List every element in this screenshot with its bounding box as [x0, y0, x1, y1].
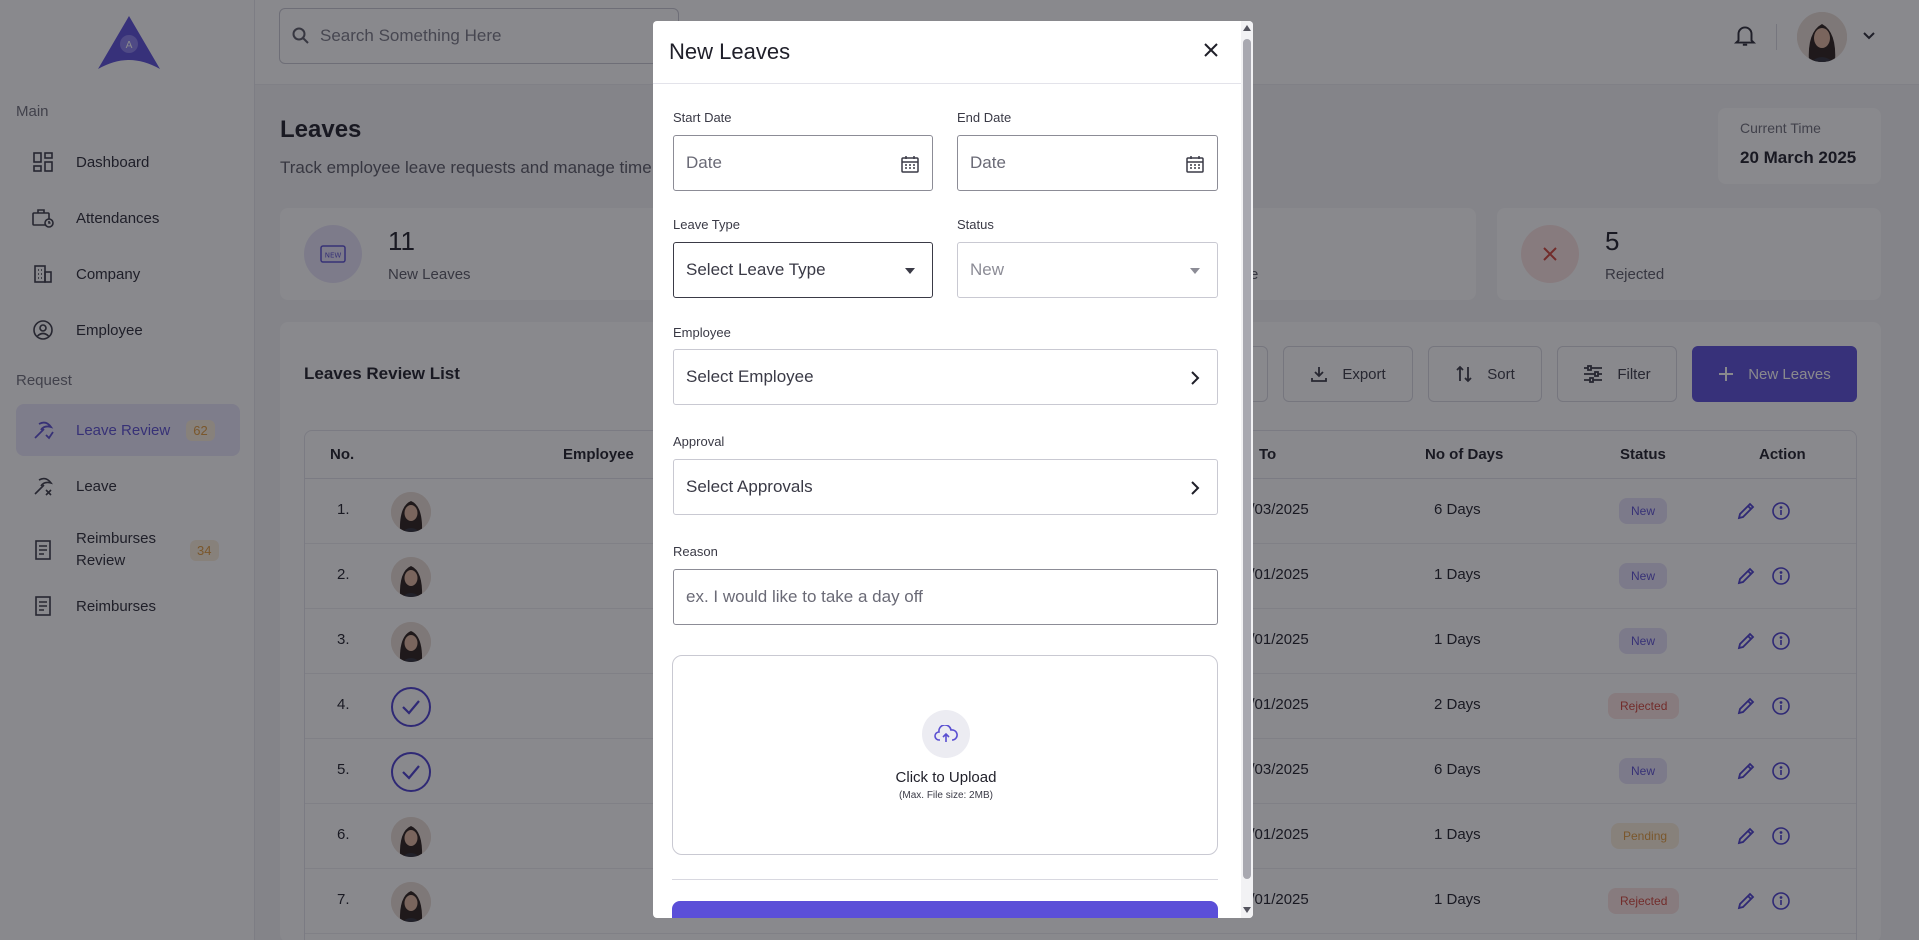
- employee-label: Employee: [673, 325, 731, 340]
- approval-label: Approval: [673, 434, 725, 449]
- close-button[interactable]: [1198, 37, 1224, 63]
- reason-placeholder: ex. I would like to take a day off: [686, 587, 923, 606]
- leave-type-label: Leave Type: [673, 217, 740, 232]
- calendar-icon[interactable]: [1185, 154, 1205, 174]
- modal-scrollbar[interactable]: [1241, 21, 1253, 918]
- chevron-right-icon: [1185, 368, 1205, 388]
- chevron-right-icon: [1185, 478, 1205, 498]
- caret-down-icon: [900, 261, 920, 281]
- reason-label: Reason: [673, 544, 718, 559]
- upload-hint: (Max. File size: 2MB): [899, 790, 993, 801]
- caret-down-icon: [1185, 261, 1205, 281]
- new-leaves-modal: New Leaves Start Date Date End Date Date…: [653, 21, 1253, 918]
- start-date-label: Start Date: [673, 110, 732, 125]
- upload-text: Click to Upload: [895, 769, 997, 786]
- modal-header: New Leaves: [653, 21, 1241, 84]
- end-date-placeholder: Date: [970, 153, 1006, 172]
- leave-type-select[interactable]: Select Leave Type: [673, 242, 933, 298]
- reason-input[interactable]: ex. I would like to take a day off: [673, 569, 1218, 625]
- close-icon: [1204, 43, 1218, 57]
- cloud-upload-icon: [922, 710, 970, 758]
- scroll-down-arrow-icon[interactable]: [1242, 905, 1252, 915]
- submit-button[interactable]: [672, 901, 1218, 918]
- start-date-placeholder: Date: [686, 153, 722, 172]
- start-date-field[interactable]: Date: [673, 135, 933, 191]
- status-label: Status: [957, 217, 994, 232]
- status-select: New: [957, 242, 1218, 298]
- approval-picker[interactable]: Select Approvals: [673, 459, 1218, 515]
- end-date-field[interactable]: Date: [957, 135, 1218, 191]
- calendar-icon[interactable]: [900, 154, 920, 174]
- leave-type-value: Select Leave Type: [686, 260, 826, 279]
- status-value: New: [970, 260, 1005, 279]
- employee-picker[interactable]: Select Employee: [673, 349, 1218, 405]
- scroll-thumb[interactable]: [1243, 39, 1251, 879]
- file-upload-dropzone[interactable]: Click to Upload (Max. File size: 2MB): [672, 655, 1218, 855]
- modal-divider: [672, 879, 1218, 880]
- scroll-up-arrow-icon[interactable]: [1242, 23, 1252, 33]
- approval-value: Select Approvals: [686, 477, 813, 496]
- employee-value: Select Employee: [686, 367, 814, 386]
- modal-title: New Leaves: [669, 39, 791, 64]
- end-date-label: End Date: [957, 110, 1012, 125]
